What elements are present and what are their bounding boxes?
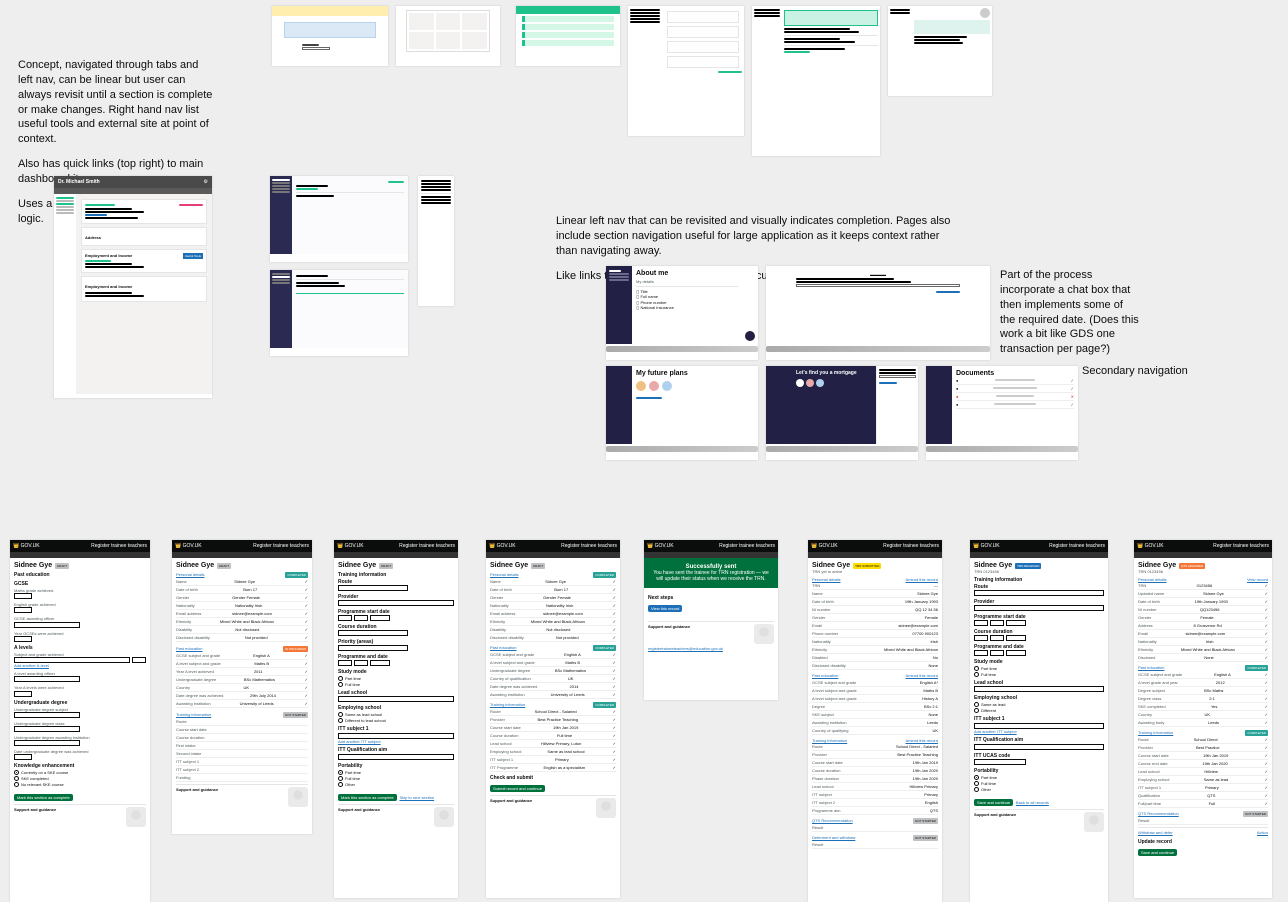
radio-ke-no[interactable]: No relevant SKE course — [14, 782, 146, 787]
save-btn-8[interactable]: Save and continue — [1138, 849, 1177, 856]
thumb-concept-6 — [888, 6, 992, 96]
thumb-bt-2 — [418, 176, 454, 306]
note-chat: Part of the process incorporate a chat b… — [1000, 268, 1140, 357]
thumb-habito-about: About me My details ◻ Title ◻ Full name … — [606, 266, 758, 360]
thumb-gds-5: 👑 GOV.UKRegister trainee teachers Succes… — [644, 540, 778, 700]
thumb-concept-1 — [272, 6, 388, 66]
note-concept: Concept, navigated through tabs and left… — [18, 58, 214, 147]
save-btn[interactable]: Save and continue — [974, 799, 1013, 806]
thumb-habito-form: ▬▬▬▬ — [766, 266, 990, 360]
thumb-concept-2 — [396, 6, 500, 66]
view-record-btn[interactable]: View this record — [648, 605, 682, 612]
thumb-habito-mortgage: Let's find you a mortgage — [766, 366, 918, 460]
submit-btn[interactable]: Submit record and continue — [490, 785, 545, 792]
thumb-gds-4: 👑 GOV.UKRegister trainee teachers Sidnee… — [486, 540, 620, 898]
mark-complete-btn[interactable]: Mark this section as complete — [14, 794, 73, 801]
thumb-gds-7: 👑 GOV.UKRegister trainee teachers Sidnee… — [970, 540, 1108, 902]
thumb-gds-3: 👑 GOV.UKRegister trainee teachers Sidnee… — [334, 540, 458, 898]
thumb-concept-5 — [752, 6, 880, 156]
thumb-gds-1: 👑 GOV.UKRegister trainee teachers Sidnee… — [10, 540, 150, 902]
mark-complete-btn[interactable]: Mark this section as complete — [338, 794, 397, 801]
thumb-gds-2: 👑 GOV.UKRegister trainee teachers Sidnee… — [172, 540, 312, 834]
thumb-habito-docs: Documents ●✓ ●✓ ●✕ ●✓ — [926, 366, 1078, 460]
thumb-concept-4 — [628, 6, 744, 136]
thumb-bt-3 — [270, 270, 408, 356]
success-body: You have sent the trainee for TRN regist… — [653, 570, 769, 582]
thumb-bt-1 — [270, 176, 408, 262]
radio-ke-yes[interactable]: Currently on a SKE course — [14, 770, 146, 775]
thumb-habito-plans: My future plans — [606, 366, 758, 460]
radio-ke-comp[interactable]: SKE completed — [14, 776, 146, 781]
thumb-concept-3 — [516, 6, 620, 66]
thumb-nhs-patient: Dr. Michael Smith⚙ Address Employment an… — [54, 176, 212, 398]
thumb-gds-6: 👑 GOV.UKRegister trainee teachers Sidnee… — [808, 540, 942, 902]
thumb-gds-8: 👑 GOV.UKRegister trainee teachers Sidnee… — [1134, 540, 1272, 898]
note-secondary: Secondary navigation — [1082, 364, 1202, 379]
note-linear: Linear left nav that can be revisited an… — [556, 214, 956, 259]
